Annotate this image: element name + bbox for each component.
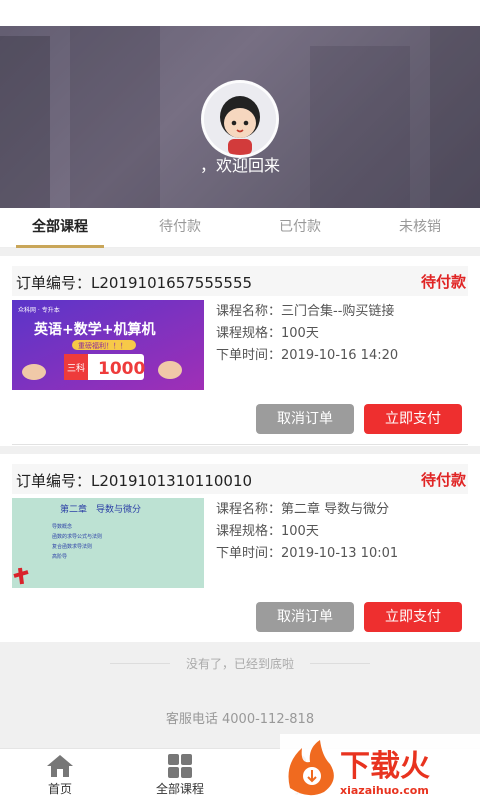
watermark-logo: 下载火 xiazaihuo.com xyxy=(280,734,480,800)
order-time: 下单时间：2019-10-16 14:20 xyxy=(216,348,399,363)
tab-pending-payment[interactable]: 待付款 xyxy=(120,208,240,248)
end-of-list-note: 没有了，已经到底啦 xyxy=(185,657,294,671)
order-number: 订单编号：L2019101657555555 xyxy=(16,274,253,292)
thumb-item: 复合函数求导法则 xyxy=(52,543,92,550)
order-time: 下单时间：2019-10-13 10:01 xyxy=(216,546,399,561)
tab-unverified[interactable]: 未核销 xyxy=(360,208,480,248)
thumb-price: 1000 xyxy=(98,359,145,379)
nav-label: 首页 xyxy=(47,782,72,796)
thumb-badge: 重磅福利！！！ xyxy=(78,341,127,350)
watermark-url: xiazaihuo.com xyxy=(340,784,429,797)
thumb-item: 高阶导 xyxy=(52,553,67,560)
thumb-brand: 众科网 · 专升本 xyxy=(18,306,60,314)
tab-paid[interactable]: 已付款 xyxy=(240,208,360,248)
course-name: 课程名称：第二章 导数与微分 xyxy=(216,502,390,517)
active-tab-indicator xyxy=(16,245,104,248)
order-status: 待付款 xyxy=(420,471,466,489)
status-bar xyxy=(0,0,480,26)
order-number: 订单编号：L2019101310110010 xyxy=(16,472,253,490)
welcome-text: ，欢迎回来 xyxy=(199,156,280,175)
thumb-chapter: 第二章 导数与微分 xyxy=(60,503,141,515)
grid-icon xyxy=(168,754,192,778)
cancel-order-button[interactable]: 取消订单 xyxy=(256,404,354,434)
thumb-subject: 三科 xyxy=(67,362,85,374)
watermark-text: 下载火 xyxy=(340,749,430,784)
pay-now-button[interactable]: 立即支付 xyxy=(364,602,462,632)
cancel-order-button[interactable]: 取消订单 xyxy=(256,602,354,632)
avatar-cartoon-icon xyxy=(204,83,276,155)
order-tabs: 全部课程 待付款 已付款 未核销 xyxy=(0,208,480,248)
pay-now-button[interactable]: 立即支付 xyxy=(364,404,462,434)
course-spec: 课程规格：100天 xyxy=(216,524,319,539)
avatar[interactable] xyxy=(201,80,279,158)
order-header: 订单编号：L2019101310110010 待付款 xyxy=(12,464,468,494)
home-icon xyxy=(47,755,73,777)
thumb-headline: 英语+数学+机算机 xyxy=(33,321,155,338)
tab-all-courses[interactable]: 全部课程 xyxy=(0,208,120,248)
order-status: 待付款 xyxy=(420,273,466,291)
service-phone[interactable]: 客服电话 4000-112-818 xyxy=(0,708,480,727)
nav-label: 全部课程 xyxy=(155,782,204,796)
profile-header: ，欢迎回来 xyxy=(0,26,480,208)
order-card: 订单编号：L2019101657555555 待付款 众科网 · 专升本 英语+… xyxy=(0,256,480,446)
thumb-item: 导数概念 xyxy=(52,523,72,530)
nav-home[interactable]: 首页 xyxy=(0,749,120,800)
thumb-item: 函数的求导公式与法则 xyxy=(52,533,102,540)
order-divider xyxy=(12,444,468,445)
course-thumbnail[interactable]: 第二章 导数与微分 导数概念 函数的求导公式与法则 复合函数求导法则 高阶导 xyxy=(12,498,204,588)
course-name: 课程名称：三门合集--购买链接 xyxy=(216,304,395,319)
order-header: 订单编号：L2019101657555555 待付款 xyxy=(12,266,468,296)
nav-all-courses[interactable]: 全部课程 xyxy=(120,749,240,800)
course-thumbnail[interactable]: 众科网 · 专升本 英语+数学+机算机 重磅福利！！！ 三科 1000 xyxy=(12,300,204,390)
order-card: 订单编号：L2019101310110010 待付款 第二章 导数与微分 导数概… xyxy=(0,454,480,642)
course-spec: 课程规格：100天 xyxy=(216,326,319,341)
